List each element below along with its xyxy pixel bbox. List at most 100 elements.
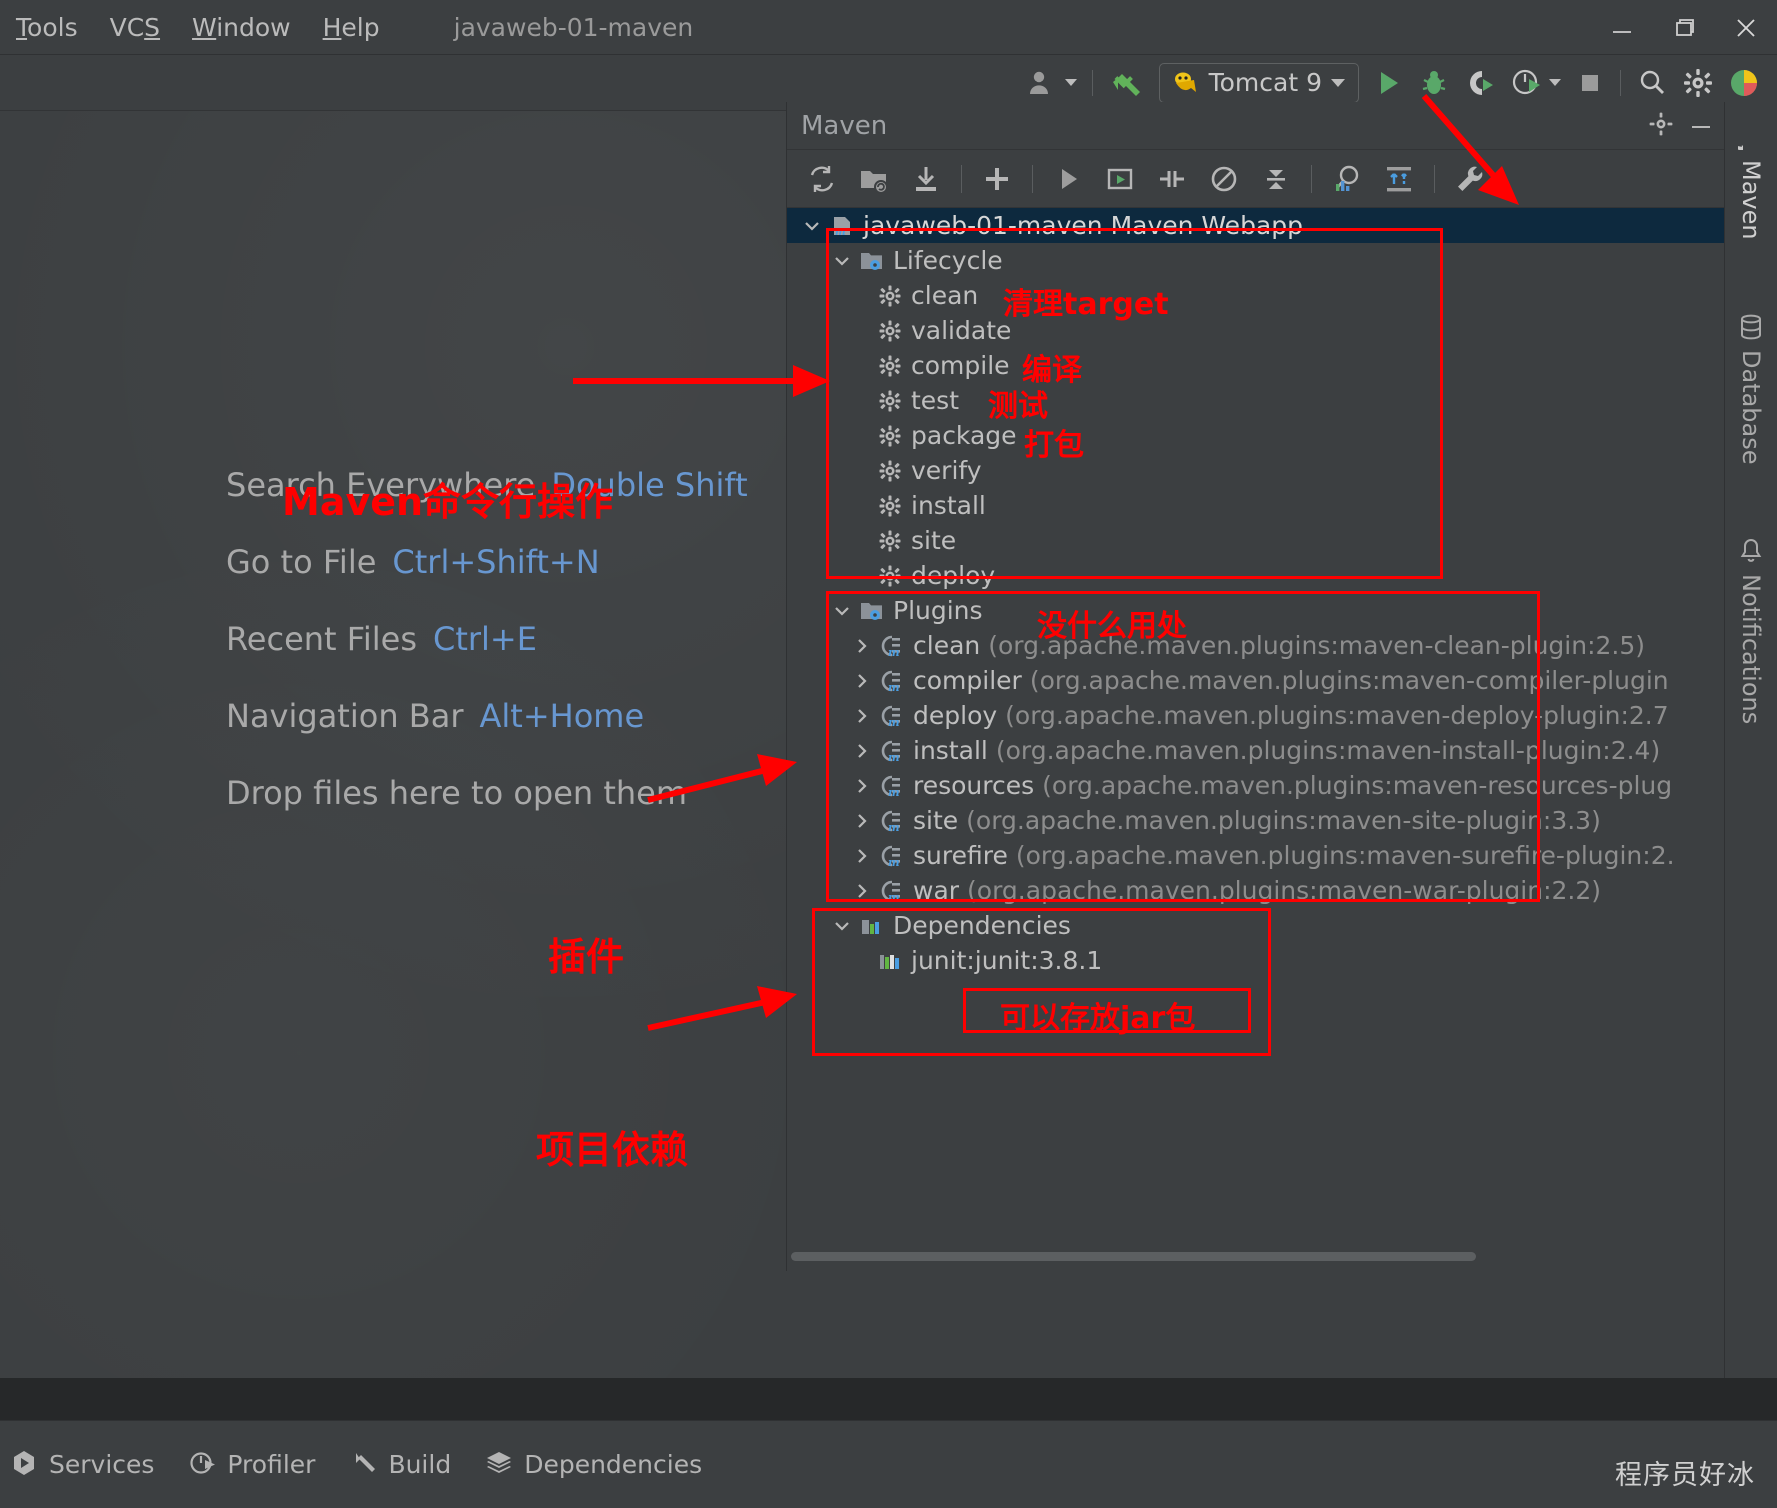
add-maven-project-icon[interactable] xyxy=(849,156,899,202)
status-item-build[interactable]: Build xyxy=(349,1449,451,1481)
maximize-icon[interactable] xyxy=(1653,0,1715,55)
annotation-test: 测试 xyxy=(988,389,1048,424)
tree-plugin-clean[interactable]: m clean (org.apache.maven.plugins:maven-… xyxy=(787,628,1724,663)
tree-node-root[interactable]: m javaweb-01-maven Maven Webapp xyxy=(787,208,1724,243)
tree-plugin-surefire[interactable]: m surefire (org.apache.maven.plugins:mav… xyxy=(787,838,1724,873)
reload-all-maven-projects-icon[interactable] xyxy=(797,156,847,202)
show-dependencies-icon[interactable] xyxy=(1374,156,1424,202)
chevron-right-icon[interactable] xyxy=(847,776,877,796)
sidebar-tab-notifications[interactable]: Notifications xyxy=(1737,524,1765,738)
tree-goal-label: test xyxy=(911,386,960,415)
tree-plugin-resources[interactable]: m resources (org.apache.maven.plugins:ma… xyxy=(787,768,1724,803)
chevron-right-icon[interactable] xyxy=(847,846,877,866)
stop-icon[interactable] xyxy=(1568,61,1612,105)
tree-plugin-coordinates: (org.apache.maven.plugins:maven-site-plu… xyxy=(966,806,1601,835)
menu-help[interactable]: Help xyxy=(307,15,396,40)
tree-plugin-coordinates: (org.apache.maven.plugins:maven-deploy-p… xyxy=(1005,701,1669,730)
menu-vcs[interactable]: VCS xyxy=(94,15,176,40)
add-icon[interactable] xyxy=(972,156,1022,202)
tree-dependency-junit[interactable]: junit:junit:3.8.1 xyxy=(787,943,1724,978)
status-item-profiler[interactable]: Profiler xyxy=(188,1449,315,1481)
toolbar-divider-2 xyxy=(1620,69,1621,96)
hint-row: Go to File Ctrl+Shift+N xyxy=(226,543,748,581)
menu-tools[interactable]: Tools xyxy=(0,15,94,40)
notifications-bell-icon xyxy=(1737,538,1765,564)
chevron-right-icon[interactable] xyxy=(847,881,877,901)
tree-plugin-site[interactable]: m site (org.apache.maven.plugins:maven-s… xyxy=(787,803,1724,838)
tree-goal-label: verify xyxy=(911,456,982,485)
maven-goal-gear-icon xyxy=(875,529,905,553)
hint-shortcut: Alt+Home xyxy=(479,697,645,735)
hint-label: Recent Files xyxy=(226,620,417,658)
svg-text:m: m xyxy=(1738,144,1752,150)
sidebar-tab-database[interactable]: Database xyxy=(1737,300,1765,479)
chevron-down-icon[interactable] xyxy=(827,916,857,936)
user-avatar-icon[interactable] xyxy=(1020,61,1084,105)
search-icon[interactable] xyxy=(1629,61,1675,105)
dependencies-icon xyxy=(857,915,887,937)
chevron-right-icon[interactable] xyxy=(847,706,877,726)
hide-icon[interactable] xyxy=(1688,111,1714,141)
run-icon[interactable] xyxy=(1365,61,1411,105)
chevron-right-icon[interactable] xyxy=(847,811,877,831)
tree-plugin-compiler[interactable]: m compiler (org.apache.maven.plugins:mav… xyxy=(787,663,1724,698)
annotation-dependencies-title: 项目依赖 xyxy=(536,1128,689,1172)
maven-project-icon: m xyxy=(827,214,857,238)
vcs-update-icon[interactable] xyxy=(1101,61,1153,105)
tree-goal-deploy[interactable]: deploy xyxy=(787,558,1724,593)
tree-goal-test[interactable]: test xyxy=(787,383,1724,418)
sidebar-tab-label: Notifications xyxy=(1737,574,1765,725)
tree-plugin-deploy[interactable]: m deploy (org.apache.maven.plugins:maven… xyxy=(787,698,1724,733)
settings-gear-icon[interactable] xyxy=(1675,61,1721,105)
tree-goal-validate[interactable]: validate xyxy=(787,313,1724,348)
tree-node-lifecycle[interactable]: Lifecycle xyxy=(787,243,1724,278)
maven-plugin-icon: m xyxy=(877,844,907,868)
idea-logo-icon[interactable] xyxy=(1721,61,1767,105)
tree-node-dependencies[interactable]: Dependencies xyxy=(787,908,1724,943)
run-coverage-icon[interactable] xyxy=(1457,61,1503,105)
tree-goal-package[interactable]: package xyxy=(787,418,1724,453)
download-sources-icon[interactable] xyxy=(901,156,951,202)
maven-goal-gear-icon xyxy=(875,424,905,448)
tree-goal-compile[interactable]: compile xyxy=(787,348,1724,383)
debug-icon[interactable] xyxy=(1411,61,1457,105)
maven-settings-wrench-icon[interactable] xyxy=(1445,156,1495,202)
maven-plugin-icon: m xyxy=(877,739,907,763)
sidebar-tab-maven[interactable]: m Maven xyxy=(1728,110,1765,254)
status-item-dependencies[interactable]: Dependencies xyxy=(485,1449,702,1481)
menu-bar: Tools VCS Window Help javaweb-01-maven xyxy=(0,0,1777,55)
horizontal-scrollbar[interactable] xyxy=(791,1252,1476,1261)
status-item-services[interactable]: Services xyxy=(10,1449,154,1481)
chevron-right-icon[interactable] xyxy=(847,636,877,656)
chevron-right-icon[interactable] xyxy=(847,741,877,761)
settings-gear-icon[interactable] xyxy=(1648,111,1674,141)
execute-maven-goal-icon[interactable] xyxy=(1095,156,1145,202)
chevron-down-icon[interactable] xyxy=(827,251,857,271)
chevron-down-icon[interactable] xyxy=(797,216,827,236)
tree-goal-site[interactable]: site xyxy=(787,523,1724,558)
tree-plugin-war[interactable]: m war (org.apache.maven.plugins:maven-wa… xyxy=(787,873,1724,908)
chevron-right-icon[interactable] xyxy=(847,671,877,691)
toggle-skip-tests-icon[interactable] xyxy=(1147,156,1197,202)
tree-node-plugins[interactable]: Plugins xyxy=(787,593,1724,628)
maven-toolbar xyxy=(787,150,1724,208)
collapse-all-icon[interactable] xyxy=(1251,156,1301,202)
toggle-offline-mode-icon[interactable] xyxy=(1199,156,1249,202)
hint-shortcut: Ctrl+E xyxy=(432,620,537,658)
svg-text:m: m xyxy=(888,716,900,728)
tree-plugin-install[interactable]: m install (org.apache.maven.plugins:mave… xyxy=(787,733,1724,768)
chevron-down-icon xyxy=(1331,78,1345,87)
run-icon[interactable] xyxy=(1043,156,1093,202)
menu-window[interactable]: Window xyxy=(176,15,307,40)
tree-plugin-name: install xyxy=(913,736,988,765)
minimize-icon[interactable] xyxy=(1591,0,1653,55)
close-icon[interactable] xyxy=(1715,0,1777,55)
tree-goal-install[interactable]: install xyxy=(787,488,1724,523)
run-configuration-selector[interactable]: Tomcat 9 xyxy=(1158,62,1359,103)
tree-goal-clean[interactable]: clean xyxy=(787,278,1724,313)
chevron-down-icon[interactable] xyxy=(827,601,857,621)
tree-goal-verify[interactable]: verify xyxy=(787,453,1724,488)
profiler-icon[interactable] xyxy=(1503,61,1568,105)
dependency-analyzer-icon[interactable] xyxy=(1322,156,1372,202)
tree-plugin-name: deploy xyxy=(913,701,998,730)
